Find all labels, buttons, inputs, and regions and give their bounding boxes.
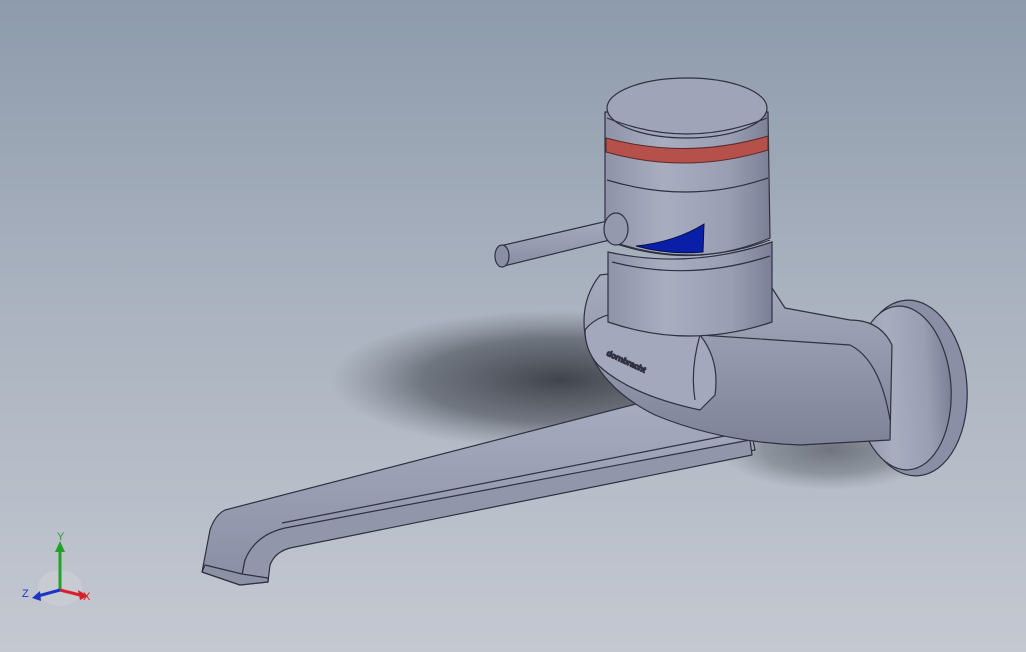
cartridge-housing[interactable] <box>607 241 773 337</box>
x-axis-label: X <box>83 591 91 603</box>
faucet-model-view[interactable]: dornbracht Y X Z <box>0 0 1026 652</box>
z-axis-label: Z <box>22 588 29 600</box>
orientation-triad: Y X Z <box>22 531 91 606</box>
z-axis-head <box>32 591 41 601</box>
graphics-viewport[interactable]: dornbracht Y X Z <box>0 0 1026 652</box>
y-axis-label: Y <box>57 531 65 543</box>
handle-body[interactable] <box>604 77 771 257</box>
handle-top-cap <box>606 77 768 139</box>
